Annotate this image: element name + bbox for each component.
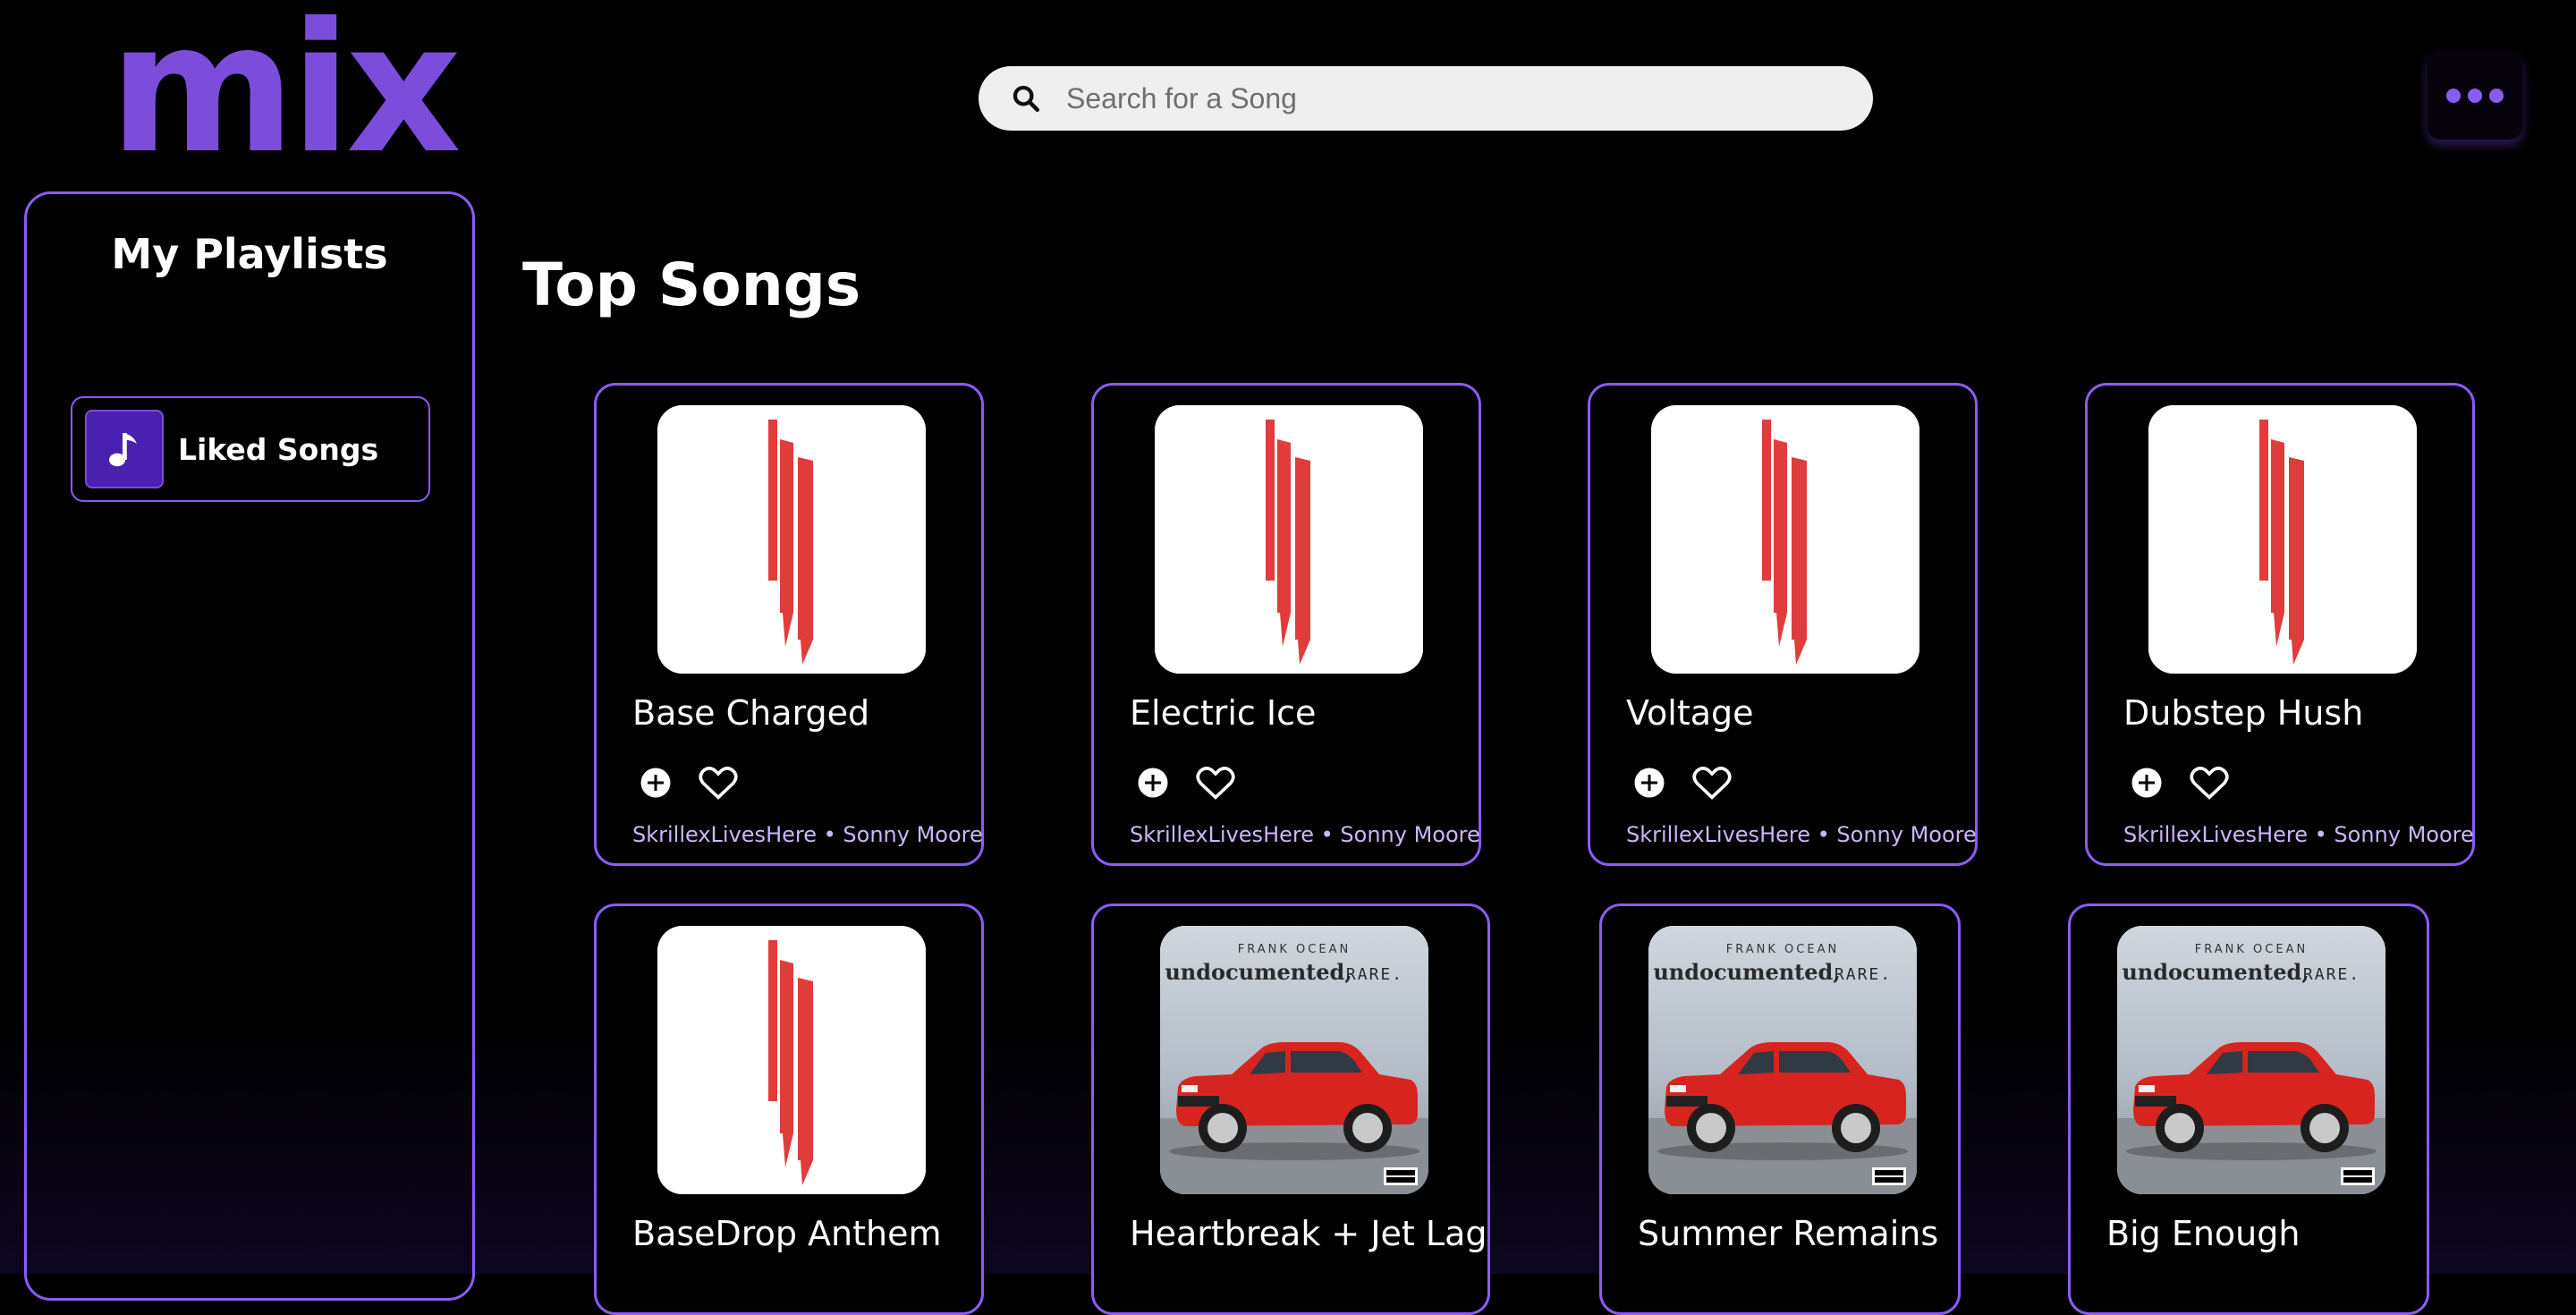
- song-card[interactable]: BaseDrop Anthem: [594, 904, 984, 1315]
- song-card[interactable]: FRANK OCEAN undocumented, RARE. Summer R…: [1599, 904, 1961, 1315]
- song-artist[interactable]: SkrillexLivesHere • Sonny Moore: [1626, 822, 1977, 847]
- svg-text:undocumented,: undocumented,: [1653, 959, 1840, 985]
- frank-ocean-album-art: FRANK OCEAN undocumented, RARE.: [2117, 926, 2385, 1194]
- album-cover[interactable]: [657, 926, 926, 1194]
- music-note-icon: [85, 410, 164, 488]
- song-card[interactable]: Voltage SkrillexLivesHere • Sonny Moore: [1588, 383, 1978, 866]
- more-icon-dot: [2468, 89, 2482, 103]
- album-cover[interactable]: [1651, 405, 1919, 674]
- song-card[interactable]: FRANK OCEAN undocumented, RARE. Big Enou…: [2068, 904, 2429, 1315]
- search-icon: [1013, 85, 1040, 113]
- song-artist[interactable]: SkrillexLivesHere • Sonny Moore: [2123, 822, 2474, 847]
- song-actions: [2131, 765, 2229, 801]
- song-title: Big Enough: [2106, 1214, 2301, 1253]
- song-title: Voltage: [1626, 693, 1754, 733]
- like-heart-icon[interactable]: [699, 765, 738, 801]
- song-title: Summer Remains: [1638, 1214, 1939, 1253]
- song-card[interactable]: FRANK OCEAN undocumented, RARE. Heartbre…: [1091, 904, 1490, 1315]
- song-card[interactable]: Dubstep Hush SkrillexLivesHere • Sonny M…: [2085, 383, 2475, 866]
- page-heading: Top Songs: [522, 250, 861, 319]
- song-title: Heartbreak + Jet Lag: [1130, 1214, 1487, 1253]
- add-to-playlist-icon[interactable]: [1137, 767, 1169, 799]
- sidebar-title: My Playlists: [111, 230, 388, 278]
- add-to-playlist-icon[interactable]: [1633, 767, 1665, 799]
- song-title: BaseDrop Anthem: [632, 1214, 942, 1253]
- album-cover[interactable]: FRANK OCEAN undocumented, RARE.: [1648, 926, 1917, 1194]
- song-actions: [1137, 765, 1235, 801]
- album-cover[interactable]: FRANK OCEAN undocumented, RARE.: [2117, 926, 2385, 1194]
- song-card[interactable]: Electric Ice SkrillexLivesHere • Sonny M…: [1091, 383, 1481, 866]
- playlist-item-liked-songs[interactable]: Liked Songs: [71, 396, 430, 502]
- add-to-playlist-icon[interactable]: [2131, 767, 2163, 799]
- more-icon-dot: [2489, 89, 2504, 103]
- playlist-item-label: Liked Songs: [178, 431, 379, 467]
- svg-text:FRANK OCEAN: FRANK OCEAN: [1726, 943, 1839, 956]
- album-cover[interactable]: FRANK OCEAN undocumented, RARE.: [1160, 926, 1428, 1194]
- song-title: Electric Ice: [1130, 693, 1317, 733]
- like-heart-icon[interactable]: [1692, 765, 1732, 801]
- song-actions: [640, 765, 738, 801]
- add-to-playlist-icon[interactable]: [640, 767, 672, 799]
- playlists-sidebar: My Playlists Liked Songs: [24, 191, 475, 1301]
- svg-text:RARE.: RARE.: [1346, 965, 1403, 984]
- more-options-button[interactable]: [2428, 52, 2522, 140]
- frank-ocean-album-art: FRANK OCEAN undocumented, RARE.: [1648, 926, 1917, 1194]
- album-cover[interactable]: [1155, 405, 1423, 674]
- like-heart-icon[interactable]: [2190, 765, 2229, 801]
- svg-text:FRANK OCEAN: FRANK OCEAN: [2195, 943, 2308, 956]
- skrillex-logo-art: [657, 405, 926, 674]
- search-input[interactable]: [1064, 81, 1855, 116]
- svg-text:undocumented,: undocumented,: [1165, 959, 1352, 985]
- skrillex-logo-art: [2148, 405, 2417, 674]
- skrillex-logo-art: [1155, 405, 1423, 674]
- search-bar[interactable]: [979, 66, 1873, 131]
- frank-ocean-album-art: FRANK OCEAN undocumented, RARE.: [1160, 926, 1428, 1194]
- svg-text:RARE.: RARE.: [1835, 965, 1892, 984]
- song-title: Base Charged: [632, 693, 870, 733]
- album-cover[interactable]: [657, 405, 926, 674]
- song-artist[interactable]: SkrillexLivesHere • Sonny Moore: [632, 822, 983, 847]
- like-heart-icon[interactable]: [1196, 765, 1235, 801]
- svg-text:RARE.: RARE.: [2303, 965, 2360, 984]
- skrillex-logo-art: [657, 926, 926, 1194]
- app-logo[interactable]: mix: [109, 0, 462, 179]
- song-title: Dubstep Hush: [2123, 693, 2364, 733]
- song-actions: [1633, 765, 1732, 801]
- skrillex-logo-art: [1651, 405, 1919, 674]
- song-artist[interactable]: SkrillexLivesHere • Sonny Moore: [1130, 822, 1480, 847]
- svg-text:FRANK OCEAN: FRANK OCEAN: [1238, 943, 1351, 956]
- svg-text:undocumented,: undocumented,: [2122, 959, 2309, 985]
- album-cover[interactable]: [2148, 405, 2417, 674]
- song-card[interactable]: Base Charged SkrillexLivesHere • Sonny M…: [594, 383, 984, 866]
- more-icon: [2446, 89, 2461, 103]
